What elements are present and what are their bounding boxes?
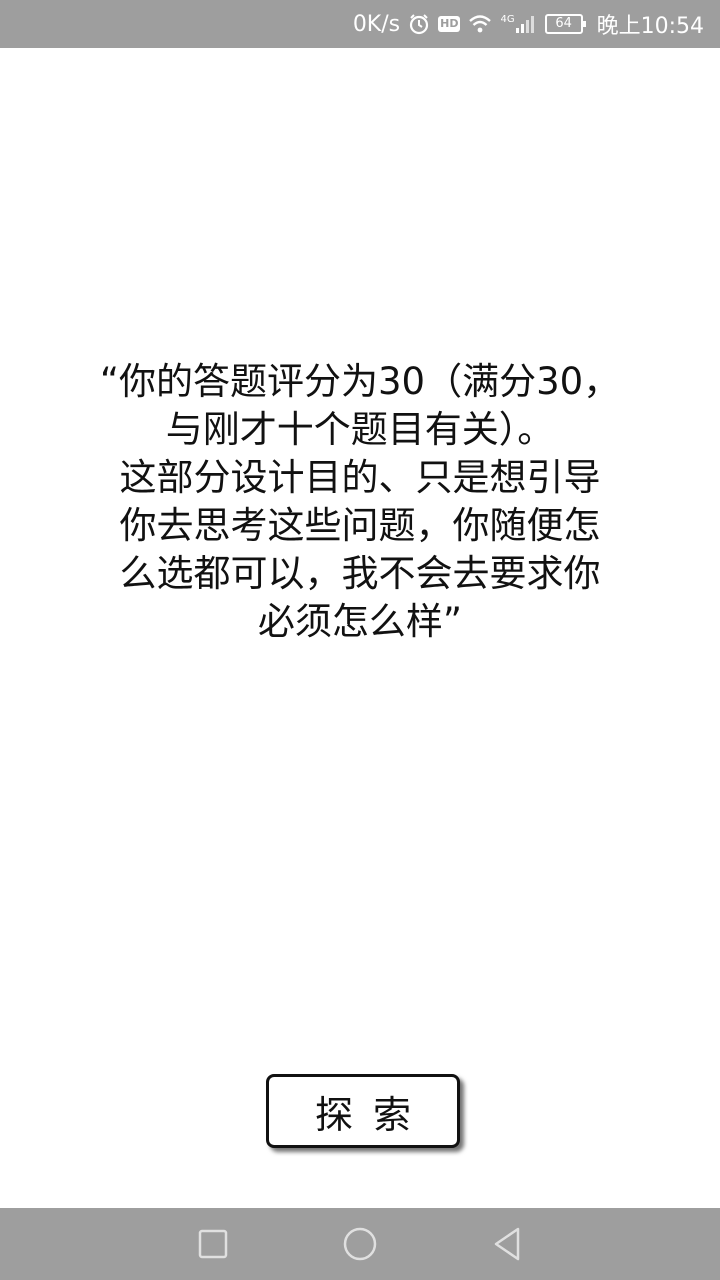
message-line: 与刚才十个题目有关）。	[165, 408, 555, 451]
alarm-icon	[408, 13, 430, 35]
result-message: “你的答题评分为30（满分30， 与刚才十个题目有关）。 这部分设计目的、只是想…	[60, 358, 660, 646]
recent-apps-icon[interactable]	[183, 1214, 243, 1274]
wifi-icon	[468, 14, 492, 34]
net-speed: 0K/s	[352, 11, 401, 37]
message-line: 必须怎么样”	[257, 600, 463, 643]
message-line: “你的答题评分为30（满分30，	[99, 360, 621, 403]
status-bar: 0K/s HD 4G 64 晚上10:54	[0, 0, 720, 48]
home-icon[interactable]	[330, 1214, 390, 1274]
navigation-bar	[0, 1208, 720, 1280]
message-line: 这部分设计目的、只是想引导	[119, 456, 601, 499]
clock: 晚上10:54	[596, 14, 704, 39]
message-line: 你去思考这些问题，你随便怎	[119, 504, 601, 547]
explore-button[interactable]: 探索	[266, 1074, 460, 1148]
message-line: 么选都可以，我不会去要求你	[119, 552, 601, 595]
back-icon[interactable]	[477, 1214, 537, 1274]
battery-icon: 64	[544, 14, 586, 34]
network-type: 4G	[500, 14, 515, 25]
signal-icon: 4G	[500, 14, 536, 34]
hd-badge: HD	[438, 16, 461, 32]
